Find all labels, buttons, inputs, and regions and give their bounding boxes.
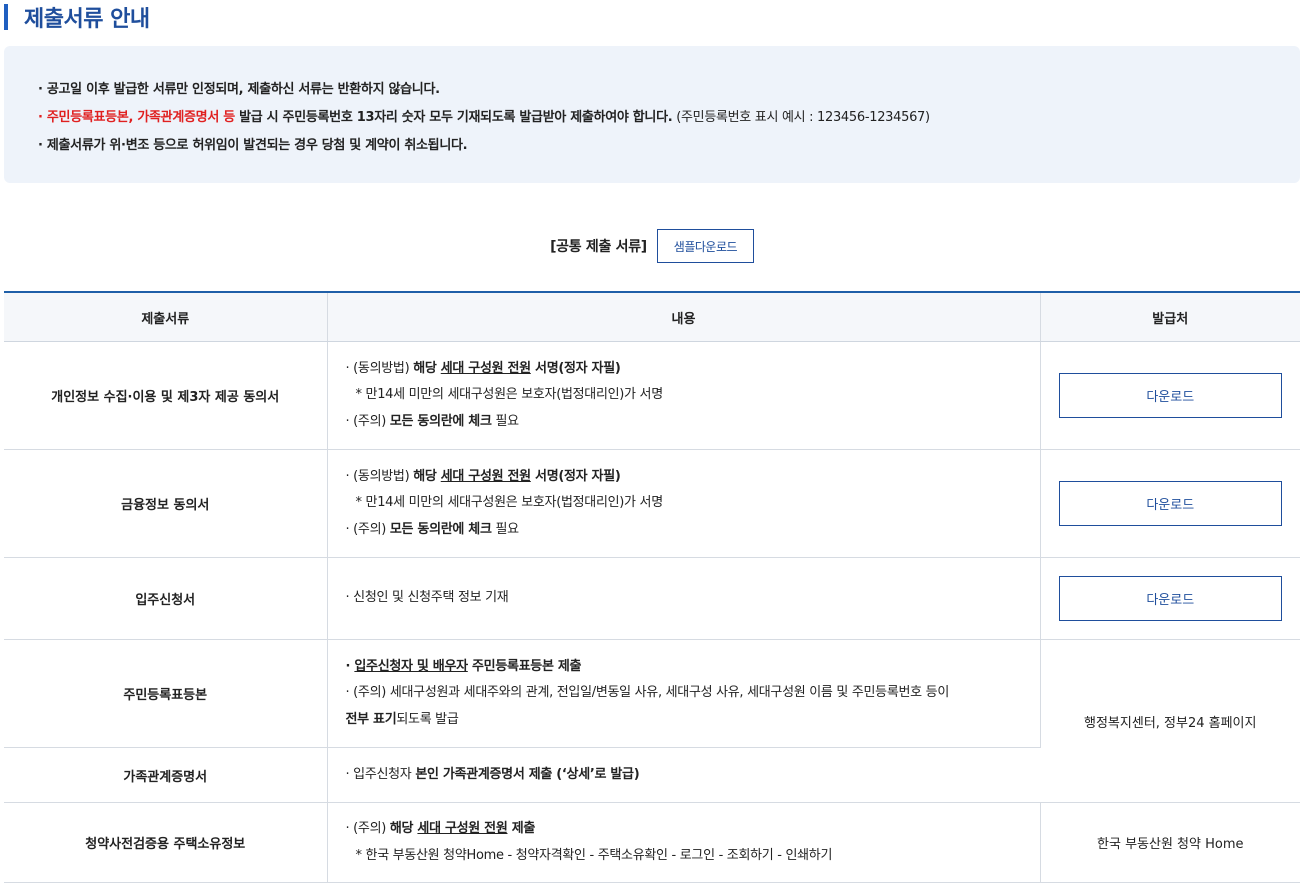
notice-bold-text: 발급 시 주민등록번호 13자리 숫자 모두 기재되도록 발급받아 제출하여야 …	[234, 110, 673, 125]
download-button-privacy-consent[interactable]: 다운로드	[1058, 373, 1282, 418]
content-line: 전부 표기되도록 발급	[345, 711, 459, 727]
title-accent-bar	[4, 4, 8, 30]
doc-name: 개인정보 수집·이용 및 제3자 제공 동의서	[4, 341, 328, 450]
doc-name: 입주신청서	[4, 557, 328, 640]
notice-example-text: (주민등록번호 표시 예시 : 123456-1234567)	[672, 110, 930, 125]
notice-line-3: · 제출서류가 위·변조 등으로 허위임이 발견되는 경우 당첨 및 계약이 취…	[38, 138, 468, 153]
issuer-cell: 다운로드	[1040, 557, 1300, 640]
doc-content: · 입주신청자 및 배우자 주민등록표등본 제출 · (주의) 세대구성원과 세…	[327, 639, 1041, 748]
notice-red-highlight: 주민등록표등본, 가족관계증명서 등	[46, 110, 235, 125]
content-line: · (주의) 해당 세대 구성원 전원 제출	[345, 821, 536, 836]
content-line: · (주의) 세대구성원과 세대주와의 관계, 전입일/변동일 사유, 세대구성…	[345, 685, 950, 701]
content-line: · (동의방법) 해당 세대 구성원 전원 서명(정자 자필)	[345, 468, 621, 484]
doc-name: 가족관계증명서	[4, 747, 328, 803]
download-button-application[interactable]: 다운로드	[1058, 576, 1282, 621]
header-doc: 제출서류	[4, 292, 328, 342]
doc-content: · 입주신청자 본인 가족관계증명서 제출 (‘상세’로 발급)	[327, 747, 1040, 803]
content-note: * 만14세 미만의 세대구성원은 보호자(법정대리인)가 서명	[355, 495, 664, 511]
table-row: 금융정보 동의서 · (동의방법) 해당 세대 구성원 전원 서명(정자 자필)…	[4, 449, 1300, 558]
notice-box: · 공고일 이후 발급한 서류만 인정되며, 제출하신 서류는 반환하지 않습니…	[4, 46, 1300, 183]
table-row: 입주신청서 · 신청인 및 신청주택 정보 기재 다운로드	[4, 557, 1300, 640]
common-docs-label: [공통 제출 서류]	[550, 239, 647, 255]
content-line: · (동의방법) 해당 세대 구성원 전원 서명(정자 자필)	[345, 360, 621, 376]
doc-content: · (동의방법) 해당 세대 구성원 전원 서명(정자 자필) * 만14세 미…	[327, 341, 1041, 450]
doc-name: 청약사전검증용 주택소유정보	[4, 802, 328, 883]
content-note: * 만14세 미만의 세대구성원은 보호자(법정대리인)가 서명	[355, 387, 664, 403]
notice-line-1: · 공고일 이후 발급한 서류만 인정되며, 제출하신 서류는 반환하지 않습니…	[38, 82, 440, 97]
download-button-financial-consent[interactable]: 다운로드	[1058, 481, 1282, 526]
header-content: 내용	[327, 292, 1041, 342]
header-issuer: 발급처	[1040, 292, 1300, 342]
doc-content: · (동의방법) 해당 세대 구성원 전원 서명(정자 자필) * 만14세 미…	[327, 449, 1041, 558]
issuer-text: 행정복지센터, 정부24 홈페이지	[1040, 639, 1300, 803]
common-docs-row: [공통 제출 서류] 샘플다운로드	[0, 228, 1304, 264]
doc-content: · 신청인 및 신청주택 정보 기재	[327, 557, 1041, 640]
table-row: 개인정보 수집·이용 및 제3자 제공 동의서 · (동의방법) 해당 세대 구…	[4, 341, 1300, 450]
content-line: · (주의) 모든 동의란에 체크 필요	[345, 413, 520, 429]
table-row: 청약사전검증용 주택소유정보 · (주의) 해당 세대 구성원 전원 제출 * …	[4, 802, 1300, 883]
table-row: 주민등록표등본 · 입주신청자 및 배우자 주민등록표등본 제출 · (주의) …	[4, 639, 1300, 803]
doc-name: 주민등록표등본	[4, 639, 328, 748]
issuer-cell: 다운로드	[1040, 449, 1300, 558]
doc-name: 금융정보 동의서	[4, 449, 328, 558]
content-line: · (주의) 모든 동의란에 체크 필요	[345, 521, 520, 537]
content-line: · 입주신청자 및 배우자 주민등록표등본 제출	[345, 658, 582, 674]
notice-bullet: ·	[38, 110, 47, 125]
content-line: · 신청인 및 신청주택 정보 기재	[345, 590, 509, 606]
issuer-cell: 다운로드	[1040, 341, 1300, 450]
documents-table: 제출서류 내용 발급처 개인정보 수집·이용 및 제3자 제공 동의서 · (동…	[4, 291, 1300, 883]
issuer-text: 한국 부동산원 청약 Home	[1040, 802, 1300, 883]
sample-download-button[interactable]: 샘플다운로드	[656, 229, 754, 263]
doc-content: · (주의) 해당 세대 구성원 전원 제출 * 한국 부동산원 청약Home …	[327, 802, 1041, 883]
section-header: 제출서류 안내	[4, 0, 150, 34]
content-line: · 입주신청자 본인 가족관계증명서 제출 (‘상세’로 발급)	[345, 766, 640, 782]
notice-line-2: · 주민등록표등본, 가족관계증명서 등 발급 시 주민등록번호 13자리 숫자…	[38, 104, 1300, 132]
table-header-row: 제출서류 내용 발급처	[4, 292, 1300, 342]
page-title: 제출서류 안내	[24, 7, 150, 32]
content-note: * 한국 부동산원 청약Home - 청약자격확인 - 주택소유확인 - 로그인…	[355, 847, 833, 863]
